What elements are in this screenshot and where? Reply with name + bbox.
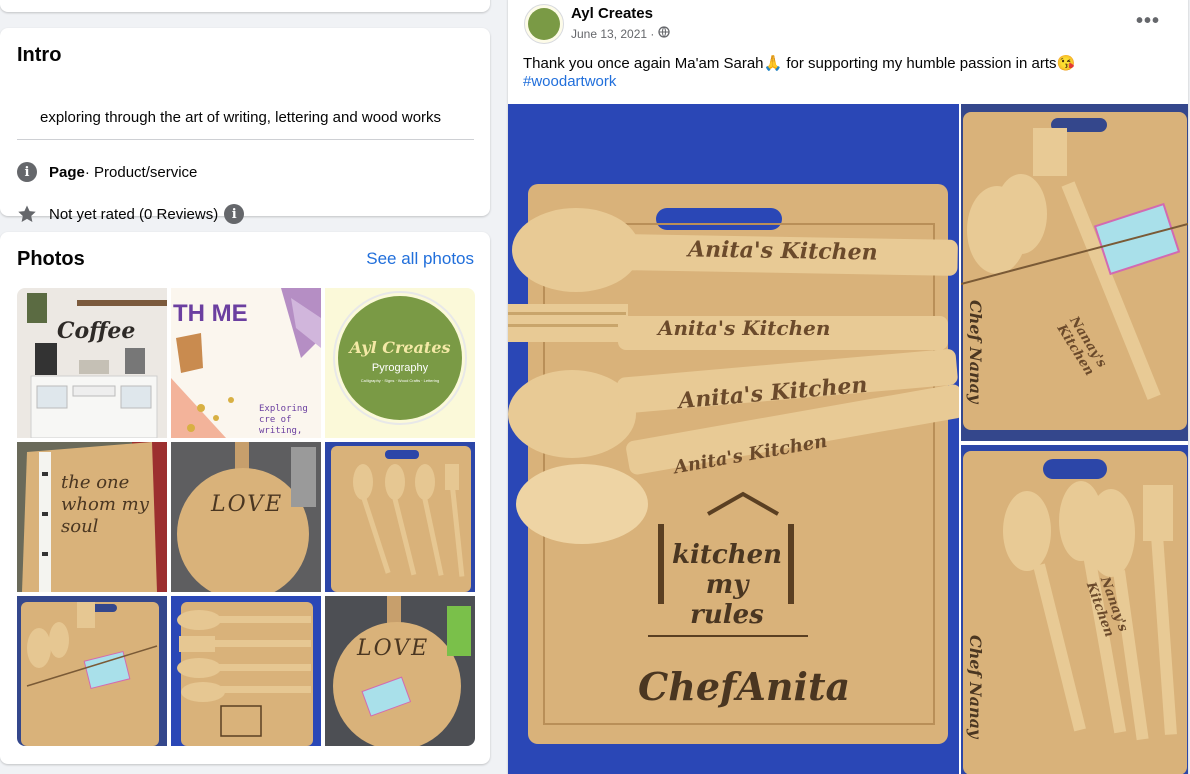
intro-card: Intro exploring through the art of writi… — [0, 28, 490, 224]
photo-thumb-3-line: Calligraphy · Signs · Wood Crafts · Lett… — [360, 378, 440, 383]
photo-thumb-6[interactable] — [325, 442, 475, 592]
page-label: Page — [49, 163, 85, 181]
post-photo-main[interactable]: Anita's Kitchen Anita's Kitchen Anita's … — [508, 104, 959, 774]
intro-bio: exploring through the art of writing, le… — [40, 109, 442, 126]
photo-thumb-3[interactable]: Ayl Creates Pyrography Calligraphy · Sig… — [325, 288, 475, 438]
globe-icon — [658, 26, 671, 41]
photo-thumb-4[interactable]: the one whom my soul — [17, 442, 167, 592]
more-options-icon[interactable]: ••• — [1136, 10, 1160, 33]
love-gift-photo — [325, 596, 475, 746]
right-bottom-name: Chef Nanay — [966, 635, 985, 739]
page-category: · Product/service — [84, 163, 198, 181]
photo-thumb-1[interactable]: Coffee — [17, 288, 167, 438]
rating-text: Not yet rated (0 Reviews) — [49, 205, 219, 223]
intro-divider — [17, 139, 474, 140]
photos-grid: Coffee TH ME Exploring cre of writing, A… — [17, 288, 475, 746]
star-icon — [17, 204, 37, 224]
spoons-board-photo — [325, 442, 475, 592]
page-avatar[interactable] — [524, 4, 564, 44]
post-meta: June 13, 2021 · — [571, 26, 671, 41]
post-photo-right-top[interactable]: Nanay's Kitchen Chef Nanay — [961, 104, 1188, 441]
photo-thumb-8[interactable] — [171, 596, 321, 746]
post-hashtag[interactable]: #woodartwork — [523, 73, 616, 90]
photo-thumb-9[interactable]: LOVE — [325, 596, 475, 746]
main-photo-label-2: Anita's Kitchen — [658, 316, 831, 340]
main-photo-stamp: kitchen my rules — [672, 540, 783, 630]
spoons-photo — [961, 445, 1188, 774]
rating-info-icon[interactable]: i — [224, 204, 245, 224]
spoons-set-photo — [171, 596, 321, 746]
main-photo-name: ChefAnita — [638, 664, 851, 709]
photos-title: Photos — [17, 248, 85, 270]
photo-thumb-5-text: LOVE — [211, 492, 284, 517]
photo-thumb-3-sub: Pyrography — [371, 362, 429, 374]
post-photo-right-bottom[interactable]: Nanay's Kitchen Chef Nanay — [961, 445, 1188, 774]
rating-row: Not yet rated (0 Reviews) i — [17, 202, 245, 226]
spoons-gift-photo — [17, 596, 167, 746]
photo-thumb-5[interactable]: LOVE — [171, 442, 321, 592]
post-card: Ayl Creates June 13, 2021 · ••• Thank yo… — [508, 0, 1188, 774]
coffee-shelf-photo — [17, 288, 167, 438]
intro-title: Intro — [17, 44, 62, 66]
previous-card — [0, 0, 490, 12]
photo-thumb-2[interactable]: TH ME Exploring cre of writing, — [171, 288, 321, 438]
photos-card: Photos See all photos Coffee TH ME Explo… — [0, 232, 490, 764]
gift-board-photo — [961, 104, 1188, 441]
see-all-photos-link[interactable]: See all photos — [366, 249, 474, 269]
photo-thumb-9-text: LOVE — [357, 636, 430, 661]
photo-thumb-3-title: Ayl Creates — [349, 338, 451, 357]
info-icon: i — [17, 162, 37, 182]
page-category-row: i Page · Product/service — [17, 160, 197, 184]
photo-thumb-2-caption: Exploring cre of writing, — [259, 404, 308, 436]
photo-thumb-7[interactable] — [17, 596, 167, 746]
post-text: Thank you once again Ma'am Sarah🙏 for su… — [523, 55, 1076, 72]
post-date[interactable]: June 13, 2021 · — [571, 27, 654, 41]
right-top-name: Chef Nanay — [966, 300, 985, 404]
main-photo-label-1: Anita's Kitchen — [687, 236, 878, 266]
photo-thumb-4-text: the one whom my soul — [61, 472, 149, 537]
love-board-photo — [171, 442, 321, 592]
post-author[interactable]: Ayl Creates — [571, 5, 653, 22]
photo-thumb-2-text: TH ME — [173, 300, 248, 327]
photo-thumb-1-text: Coffee — [57, 318, 136, 344]
